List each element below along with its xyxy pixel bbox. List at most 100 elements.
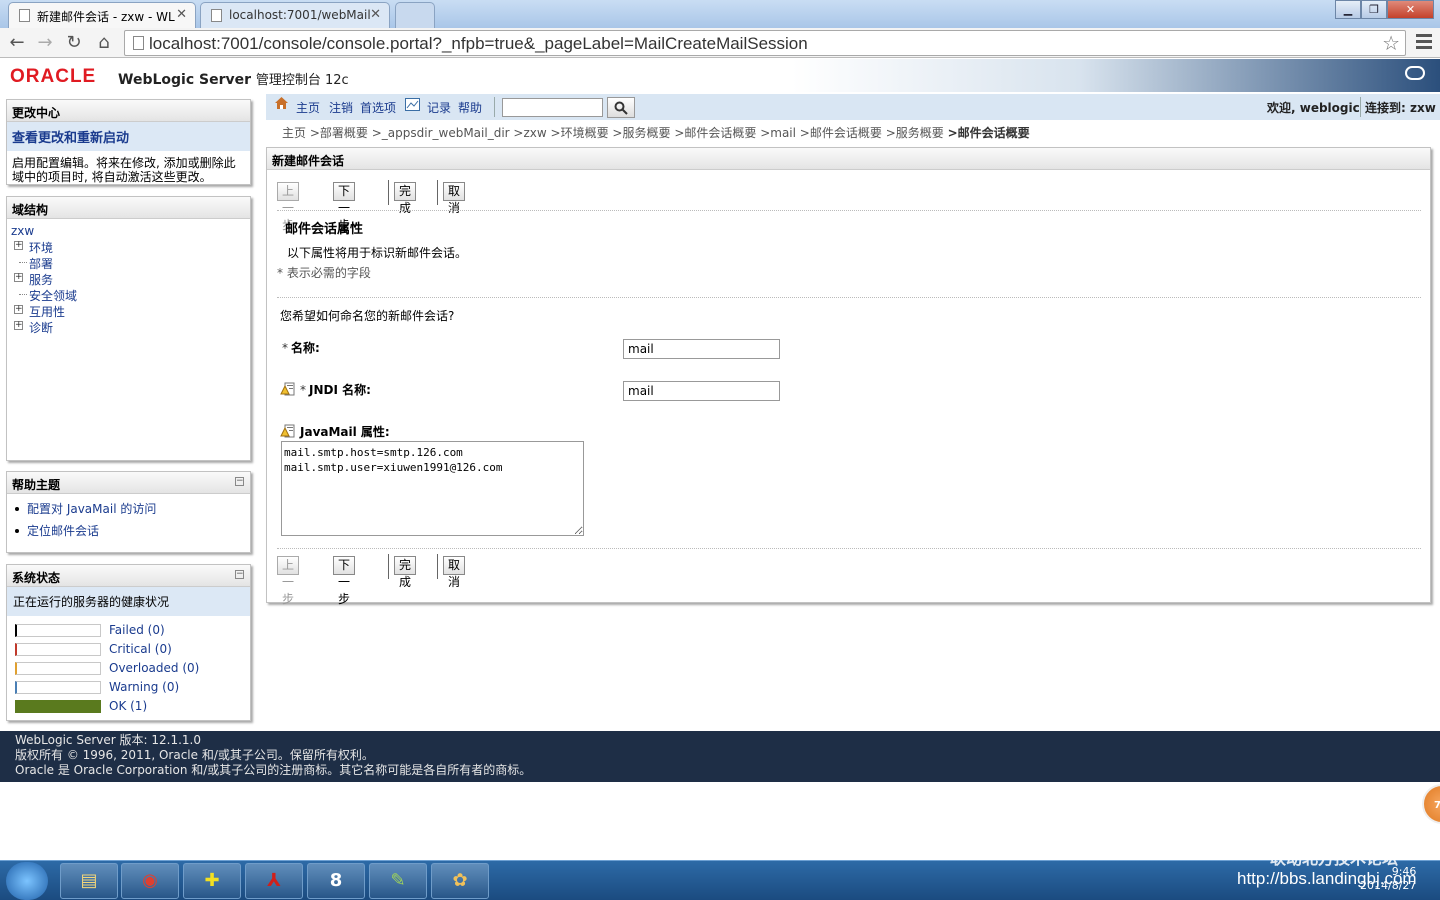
breadcrumb-item[interactable]: >环境概要 xyxy=(551,126,609,140)
breadcrumb-item[interactable]: >邮件会话概要 xyxy=(800,126,882,140)
help-topics-title: 帮助主题 xyxy=(12,478,61,492)
finish-button[interactable]: 完成 xyxy=(394,182,417,215)
health-bar xyxy=(15,681,101,694)
finish-button[interactable]: 完成 xyxy=(394,556,417,589)
start-button[interactable] xyxy=(6,862,48,900)
breadcrumb-item[interactable]: 主页 xyxy=(282,126,306,140)
toolbar-help-link[interactable]: 帮助 xyxy=(458,99,482,116)
breadcrumb-item[interactable]: >部署概要 xyxy=(310,126,368,140)
tree-item-label[interactable]: 环境 xyxy=(29,241,53,255)
breadcrumb-item[interactable]: >服务概要 xyxy=(886,126,944,140)
expand-icon[interactable]: + xyxy=(14,305,23,314)
pdf-reader-icon[interactable]: ⅄ xyxy=(245,863,303,899)
collapse-icon[interactable]: − xyxy=(235,570,244,579)
change-center-description: 启用配置编辑。将来在修改, 添加或删除此域中的项目时, 将自动激活这些更改。 xyxy=(12,156,236,184)
health-label[interactable]: Warning (0) xyxy=(109,680,179,694)
tree-item-label[interactable]: 互用性 xyxy=(29,305,65,319)
product-name: WebLogic Server 管理控制台 12c xyxy=(118,69,349,88)
breadcrumb-item[interactable]: >zxw xyxy=(513,126,546,140)
tree-item-deployments[interactable]: 部署 xyxy=(11,255,246,271)
health-label[interactable]: OK (1) xyxy=(109,699,147,713)
tab-mail-session[interactable]: 新建邮件会话 - zxw - WL ✕ xyxy=(8,2,196,28)
close-tab-icon[interactable]: ✕ xyxy=(176,7,187,22)
paint-icon[interactable]: ✿ xyxy=(431,863,489,899)
toolbar-logout-link[interactable]: 注销 xyxy=(329,99,353,116)
expand-icon[interactable]: + xyxy=(14,241,23,250)
help-link-mail-session[interactable]: 定位邮件会话 xyxy=(27,524,99,538)
breadcrumb-item[interactable]: >服务概要 xyxy=(612,126,670,140)
next-button[interactable]: 下一步 xyxy=(333,182,356,232)
explorer-icon[interactable]: ▤ xyxy=(60,863,118,899)
record-icon[interactable] xyxy=(405,98,420,111)
back-button[interactable]: 上一步 xyxy=(277,182,300,232)
reload-icon[interactable]: ↻ xyxy=(62,31,86,55)
cancel-button[interactable]: 取消 xyxy=(443,556,466,589)
tree-item-diagnostics[interactable]: + 诊断 xyxy=(11,319,246,335)
toolbar-record-link[interactable]: 记录 xyxy=(427,99,451,116)
browser-menu-icon[interactable] xyxy=(1416,34,1432,50)
app-eight-icon[interactable]: 8 xyxy=(307,863,365,899)
home-icon[interactable]: ⌂ xyxy=(92,31,116,55)
health-label[interactable]: Overloaded (0) xyxy=(109,661,199,675)
tree-item-label[interactable]: 部署 xyxy=(29,257,53,271)
breadcrumb-item[interactable]: >mail xyxy=(760,126,796,140)
tree-item-interoperability[interactable]: + 互用性 xyxy=(11,303,246,319)
name-input[interactable] xyxy=(623,339,780,359)
collapse-icon[interactable]: − xyxy=(235,477,244,486)
tree-root-zxw[interactable]: zxw xyxy=(11,224,246,238)
jndi-label: * JNDI 名称: xyxy=(300,383,371,397)
close-tab-icon[interactable]: ✕ xyxy=(370,7,381,22)
maximize-icon[interactable]: ❐ xyxy=(1361,0,1387,19)
breadcrumb-item[interactable]: >邮件会话概要 xyxy=(674,126,756,140)
product-name-bold: WebLogic Server xyxy=(118,72,251,88)
help-link-javamail[interactable]: 配置对 JavaMail 的访问 xyxy=(27,502,156,516)
chat-icon[interactable] xyxy=(1405,66,1425,80)
page-icon xyxy=(133,36,144,50)
breadcrumb-item[interactable]: >_appsdir_webMail_dir xyxy=(372,126,510,140)
chrome-icon[interactable]: ◉ xyxy=(121,863,179,899)
home-icon[interactable] xyxy=(275,97,288,109)
clock-date: 2014/8/27 xyxy=(1360,879,1417,892)
bookmark-star-icon[interactable]: ☆ xyxy=(1382,31,1400,55)
toolbar-home-link[interactable]: 主页 xyxy=(296,99,320,116)
tree-item-label[interactable]: 诊断 xyxy=(29,321,53,335)
tree-item-services[interactable]: + 服务 xyxy=(11,271,246,287)
back-button[interactable]: 上一步 xyxy=(277,556,300,606)
expand-icon[interactable]: + xyxy=(14,273,23,282)
help-topics-panel: 帮助主题 − 配置对 JavaMail 的访问 定位邮件会话 xyxy=(6,471,251,553)
system-clock[interactable]: 9:46 2014/8/27 xyxy=(1360,865,1416,893)
connected-text: 连接到: zxw xyxy=(1365,101,1436,115)
next-button[interactable]: 下一步 xyxy=(333,556,356,606)
javamail-properties-textarea[interactable]: mail.smtp.host=smtp.126.com mail.smtp.us… xyxy=(281,441,584,536)
floating-badge[interactable]: 79 xyxy=(1422,784,1440,824)
tree-item-security-realms[interactable]: 安全领域 xyxy=(11,287,246,303)
view-changes-link[interactable]: 查看更改和重新启动 xyxy=(12,131,129,146)
page-title: 新建邮件会话 xyxy=(267,148,1430,170)
tree-item-label[interactable]: 安全领域 xyxy=(29,289,77,303)
footer-trademark: Oracle 是 Oracle Corporation 和/或其子公司的注册商标… xyxy=(15,763,532,777)
cancel-button[interactable]: 取消 xyxy=(443,182,466,215)
search-input[interactable] xyxy=(502,98,603,117)
name-question: 您希望如何命名您的新邮件会话? xyxy=(280,309,455,323)
notepad-icon[interactable]: ✎ xyxy=(369,863,427,899)
footer-copyright: 版权所有 © 1996, 2011, Oracle 和/或其子公司。保留所有权利… xyxy=(15,748,374,762)
forward-arrow-icon[interactable]: → xyxy=(33,31,57,55)
tab-webmail[interactable]: localhost:7001/webMail ✕ xyxy=(200,2,390,28)
close-window-icon[interactable]: ✕ xyxy=(1387,0,1434,19)
minimize-icon[interactable]: ▁ xyxy=(1335,0,1361,19)
health-label[interactable]: Failed (0) xyxy=(109,623,165,637)
tree-item-environment[interactable]: + 环境 xyxy=(11,239,246,255)
health-label[interactable]: Critical (0) xyxy=(109,642,172,656)
toolbar-preferences-link[interactable]: 首选项 xyxy=(360,99,396,116)
info-icon xyxy=(280,382,295,396)
expand-icon[interactable]: + xyxy=(14,321,23,330)
tree-item-label[interactable]: 服务 xyxy=(29,273,53,287)
back-arrow-icon[interactable]: ← xyxy=(5,31,29,55)
search-button[interactable] xyxy=(607,97,635,118)
address-bar[interactable]: localhost:7001/console/console.portal?_n… xyxy=(124,30,1406,56)
app-plus-icon[interactable]: ✚ xyxy=(183,863,241,899)
address-url[interactable]: localhost:7001/console/console.portal?_n… xyxy=(149,34,808,54)
section-title: 邮件会话属性 xyxy=(285,222,364,237)
jndi-input[interactable] xyxy=(623,381,780,401)
new-tab-button[interactable] xyxy=(395,2,435,28)
